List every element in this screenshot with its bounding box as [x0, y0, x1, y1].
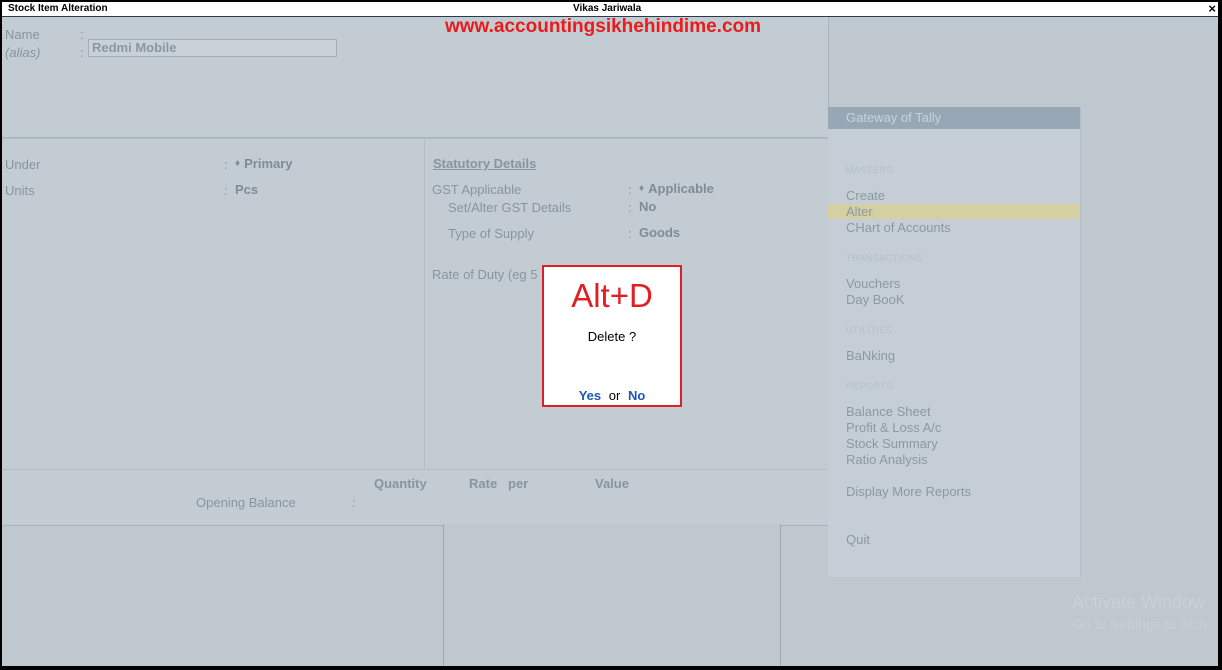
quantity-header: Quantity [374, 476, 427, 491]
gateway-quit[interactable]: Quit [846, 532, 870, 547]
window-title: Stock Item Alteration [8, 3, 108, 14]
gateway-day-book[interactable]: Day BooK [846, 292, 905, 307]
name-input[interactable]: Redmi Mobile [88, 39, 337, 57]
opening-balance-pane: Quantity Rate per Value Opening Balance … [2, 469, 829, 526]
gateway-chart-of-accounts[interactable]: CHart of Accounts [846, 220, 951, 235]
under-value[interactable]: ♦ Primary [235, 156, 293, 171]
gateway-title: Gateway of Tally [828, 107, 1080, 129]
gateway-create[interactable]: Create [846, 188, 885, 203]
no-button[interactable]: No [628, 388, 645, 403]
gateway-balance-sheet[interactable]: Balance Sheet [846, 404, 931, 419]
transactions-section: TRANSACTIONS [846, 253, 923, 263]
opening-colon: : [352, 495, 356, 510]
units-colon: : [224, 183, 228, 198]
background-panel [443, 524, 781, 666]
activate-windows-watermark: Activate Window Go to Settings to activ [1072, 592, 1209, 632]
site-watermark: www.accountingsikhehindime.com [445, 16, 762, 37]
gateway-alter[interactable]: Alter [846, 204, 873, 219]
alias-colon: : [80, 45, 84, 60]
gateway-profit-loss[interactable]: Profit & Loss A/c [846, 420, 941, 435]
gateway-ratio-analysis[interactable]: Ratio Analysis [846, 452, 928, 467]
dialog-choices: Yes or No [544, 388, 680, 403]
masters-section: MASTERS [846, 165, 894, 175]
yes-button[interactable]: Yes [579, 388, 601, 403]
rate-header: Rate [469, 476, 498, 491]
gateway-panel: Gateway of Tally MASTERS Create Alter CH… [828, 107, 1081, 577]
per-header: per [508, 476, 529, 491]
gateway-banking[interactable]: BaNking [846, 348, 895, 363]
close-icon[interactable]: × [1208, 2, 1216, 16]
under-label: Under [5, 157, 41, 172]
title-bar: Stock Item Alteration Vikas Jariwala × [2, 2, 1218, 17]
reports-section: REPORTS [846, 381, 893, 391]
under-colon: : [224, 157, 228, 172]
or-text: or [608, 388, 621, 403]
name-colon: : [80, 27, 84, 42]
gateway-stock-summary[interactable]: Stock Summary [846, 436, 938, 451]
opening-balance-label: Opening Balance [196, 495, 296, 510]
shortcut-label: Alt+D [571, 277, 653, 314]
gateway-vouchers[interactable]: Vouchers [846, 276, 900, 291]
under-value-text: Primary [244, 156, 293, 171]
value-header: Value [595, 476, 629, 491]
activate-line1: Activate Window [1072, 592, 1206, 612]
diamond-icon: ♦ [235, 158, 241, 169]
utilities-section: UTILITIES [846, 325, 893, 335]
activate-line2: Go to Settings to activ [1072, 616, 1209, 632]
tally-screen: Stock Item Alteration Vikas Jariwala × N… [2, 2, 1218, 666]
delete-question: Delete ? [587, 329, 637, 344]
gateway-display-more-reports[interactable]: Display More Reports [846, 484, 971, 499]
delete-confirm-dialog: Alt+D Delete ? Yes or No [542, 265, 682, 407]
units-label: Units [5, 183, 35, 198]
units-value[interactable]: Pcs [235, 182, 258, 197]
name-label: Name [5, 27, 40, 42]
user-name: Vikas Jariwala [573, 3, 642, 14]
alias-label: (alias) [5, 45, 41, 60]
